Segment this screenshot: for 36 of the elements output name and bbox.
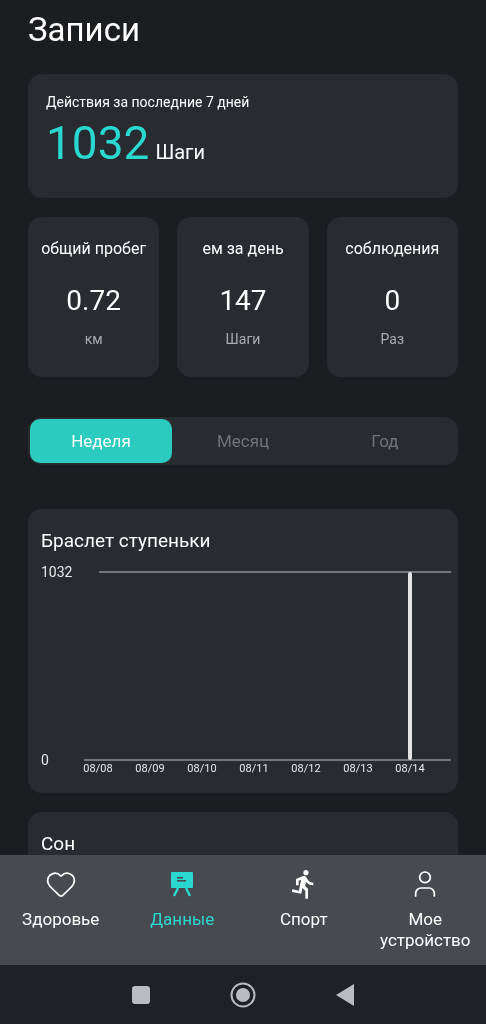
stat-label: общий пробег [41,239,147,258]
system-button[interactable] [230,981,256,1008]
stat-label: соблюдения [345,239,440,258]
unit-label: Шаги [155,140,206,164]
square-icon [132,985,150,1004]
chart-title: Браслет ступеньки [41,529,212,552]
system-button[interactable] [132,985,150,1004]
stat-value: 0 [384,284,401,317]
step-count: 1032 [46,118,150,168]
nav-tab[interactable]: Данные [121,855,243,965]
axis-label: 08/10 [187,762,217,775]
nav-tab[interactable]: Мое устройство [364,855,486,965]
axis-label: 1032 [41,564,73,580]
nav-tab[interactable]: Спорт [243,855,365,965]
stat-unit: км [84,331,103,347]
axis-label: 08/11 [239,762,269,775]
card-title: Сон [41,832,77,855]
stat-value: 147 [219,284,267,317]
axis-label: 08/08 [83,762,113,775]
axis-label: 08/09 [135,762,165,775]
axis-label: 08/13 [343,762,373,775]
axis-label: 0 [41,752,49,768]
summary-caption: Действия за последние 7 дней [46,94,251,110]
axis-label: 08/14 [395,762,425,775]
period-tab[interactable]: Год [314,419,456,463]
stat-value: 0.72 [66,284,121,317]
stat-label: ем за день [202,239,284,258]
stat-unit: Шаги [225,331,261,347]
axis-label: 08/12 [291,762,321,775]
nav-tab[interactable]: Здоровье [0,855,122,965]
triangle-icon [336,983,354,1006]
circle-icon [230,981,256,1008]
page-title: Записи [28,10,141,50]
period-tab[interactable]: Месяц [172,419,314,463]
system-button[interactable] [336,983,354,1006]
stat-unit: Раз [380,331,405,347]
